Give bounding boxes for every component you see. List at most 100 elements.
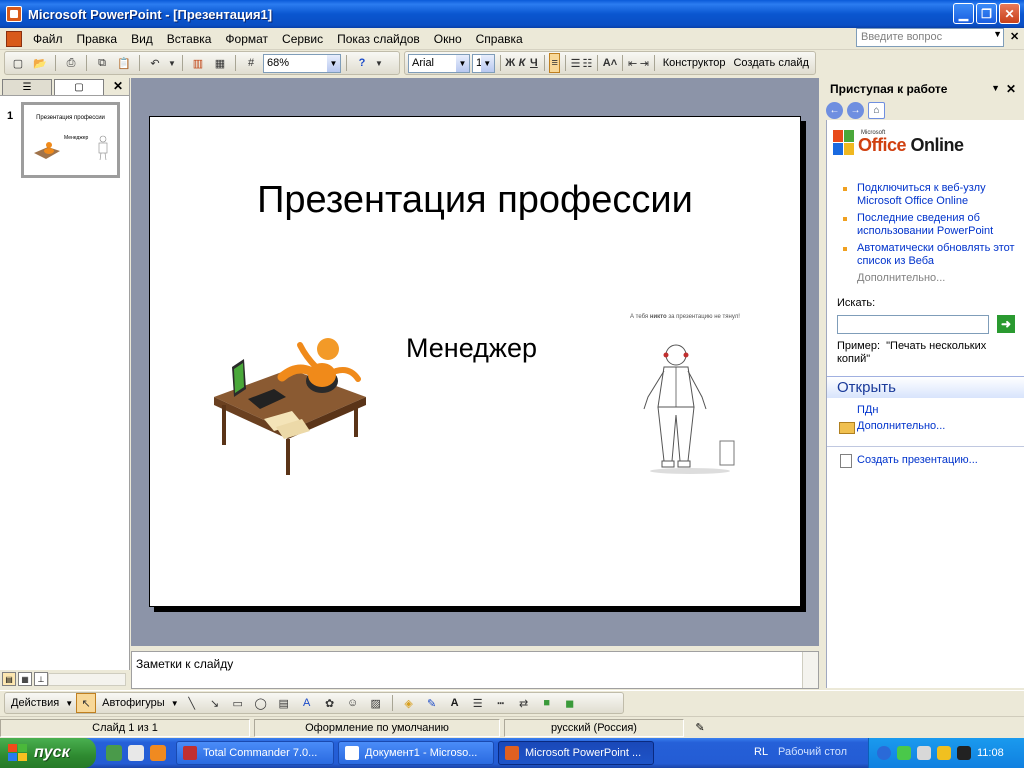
undo-dropdown-icon[interactable]: ▼: [167, 53, 177, 73]
clipart-icon[interactable]: ☺: [343, 693, 363, 713]
arrow-icon[interactable]: ↘: [205, 693, 225, 713]
notes-area[interactable]: Заметки к слайду: [131, 651, 819, 689]
arrow-style-icon[interactable]: ⇄: [514, 693, 534, 713]
help-icon[interactable]: ?: [352, 53, 372, 73]
close-icon[interactable]: ✕: [1006, 82, 1016, 96]
browser-icon[interactable]: [150, 745, 166, 761]
link-more[interactable]: Дополнительно...: [837, 272, 1017, 284]
dash-style-icon[interactable]: ┅: [491, 693, 511, 713]
normal-view-icon[interactable]: ▤: [2, 672, 16, 686]
insert-table-icon[interactable]: ▦: [210, 53, 230, 73]
menu-help[interactable]: Справка: [469, 32, 530, 46]
link-latest-news[interactable]: Последние сведения об использовании Powe…: [837, 212, 1017, 238]
designer-button[interactable]: Конструктор: [660, 57, 729, 69]
increase-font-icon[interactable]: A˄: [603, 53, 617, 73]
actions-menu[interactable]: Действия: [8, 697, 62, 709]
menu-view[interactable]: Вид: [124, 32, 160, 46]
print-icon[interactable]: ⎙: [61, 53, 81, 73]
menu-window[interactable]: Окно: [427, 32, 469, 46]
desktop-toolbar[interactable]: Рабочий стол: [778, 746, 847, 758]
font-select[interactable]: Arial ▼: [408, 53, 470, 73]
tray-arrow-icon[interactable]: [877, 746, 891, 760]
show-desktop-icon[interactable]: [106, 745, 122, 761]
zoom-select[interactable]: 68% ▼: [263, 53, 341, 73]
insert-chart-icon[interactable]: ▥: [188, 53, 208, 73]
chevron-down-icon[interactable]: ▼: [171, 699, 179, 708]
font-size-select[interactable]: 18▼: [471, 53, 495, 73]
document-icon[interactable]: [6, 30, 22, 47]
tab-outline[interactable]: ☰: [2, 79, 52, 95]
help-dropdown-icon[interactable]: ▼: [374, 53, 384, 73]
grid-icon[interactable]: #: [241, 53, 261, 73]
line-style-icon[interactable]: ☰: [468, 693, 488, 713]
line-icon[interactable]: ╲: [182, 693, 202, 713]
slideshow-view-icon[interactable]: ⊥: [34, 672, 48, 686]
minimize-button[interactable]: ▁: [953, 3, 974, 24]
slide-subtitle[interactable]: Менеджер: [406, 333, 537, 364]
underline-button[interactable]: Ч: [529, 53, 539, 73]
chevron-down-icon[interactable]: ▼: [480, 54, 494, 72]
new-slide-button[interactable]: Создать слайд: [730, 57, 811, 69]
copy-icon[interactable]: ⧉: [92, 53, 112, 73]
tray-network-icon[interactable]: [897, 746, 911, 760]
menu-insert[interactable]: Вставка: [160, 32, 219, 46]
forward-icon[interactable]: →: [847, 101, 864, 119]
document-close-icon[interactable]: ✕: [1010, 30, 1019, 43]
chevron-down-icon[interactable]: ▼: [455, 54, 469, 72]
tray-app-icon[interactable]: [937, 746, 951, 760]
font-color-icon[interactable]: A: [445, 693, 465, 713]
notes-scrollbar[interactable]: [802, 652, 818, 688]
italic-button[interactable]: К: [517, 53, 527, 73]
language-indicator[interactable]: RL: [754, 746, 768, 758]
wordart-icon[interactable]: A: [297, 693, 317, 713]
slide-title[interactable]: Презентация профессии: [150, 179, 800, 222]
back-icon[interactable]: ←: [826, 101, 843, 119]
increase-indent-icon[interactable]: ⇥: [639, 53, 649, 73]
align-left-icon[interactable]: ≡: [549, 53, 561, 73]
start-button[interactable]: пуск: [0, 738, 96, 768]
search-input[interactable]: [837, 315, 989, 334]
close-icon[interactable]: ✕: [113, 79, 123, 93]
numbered-list-icon[interactable]: ☰: [571, 53, 581, 73]
tab-slides[interactable]: ▢: [54, 79, 104, 95]
powerpoint-app-icon[interactable]: [6, 6, 22, 22]
slide-canvas[interactable]: Презентация профессии Менеджер А тебя ни…: [149, 116, 801, 607]
open-recent-file[interactable]: ПДн: [837, 404, 1017, 417]
menu-tools[interactable]: Сервис: [275, 32, 330, 46]
notepad-icon[interactable]: [128, 745, 144, 761]
menu-edit[interactable]: Правка: [70, 32, 125, 46]
clock[interactable]: 11:08: [977, 747, 1004, 759]
link-auto-update[interactable]: Автоматически обновлять этот список из В…: [837, 242, 1017, 268]
select-pointer-icon[interactable]: ↖: [76, 693, 97, 713]
home-icon[interactable]: ⌂: [868, 101, 885, 119]
create-presentation-link[interactable]: Создать презентацию...: [837, 454, 1017, 468]
new-document-icon[interactable]: ▢: [8, 53, 28, 73]
slide-sorter-icon[interactable]: ▦: [18, 672, 32, 686]
menu-file[interactable]: Файл: [26, 32, 70, 46]
chevron-down-icon[interactable]: ▼: [991, 83, 1000, 93]
search-go-icon[interactable]: ➜: [997, 315, 1015, 333]
textbox-icon[interactable]: ▤: [274, 693, 294, 713]
taskbar-total-commander[interactable]: Total Commander 7.0...: [176, 741, 334, 765]
autoshapes-menu[interactable]: Автофигуры: [99, 697, 168, 709]
tray-antivirus-icon[interactable]: [957, 746, 971, 760]
decrease-indent-icon[interactable]: ⇤: [628, 53, 638, 73]
tray-volume-icon[interactable]: [917, 746, 931, 760]
paste-icon[interactable]: 📋: [114, 53, 134, 73]
taskbar-powerpoint[interactable]: Microsoft PowerPoint ...: [498, 741, 654, 765]
figure-at-desk-image[interactable]: [210, 327, 370, 477]
spellcheck-icon[interactable]: ✎: [688, 719, 712, 737]
chevron-down-icon[interactable]: ▼: [65, 699, 73, 708]
fill-color-icon[interactable]: ◈: [399, 693, 419, 713]
ask-question-input[interactable]: Введите вопрос ▼: [856, 28, 1004, 47]
shadow-icon[interactable]: ■: [537, 693, 557, 713]
chevron-down-icon[interactable]: ▼: [327, 54, 340, 72]
close-button[interactable]: ✕: [999, 3, 1020, 24]
menu-format[interactable]: Формат: [218, 32, 275, 46]
open-icon[interactable]: 📂: [30, 53, 50, 73]
horizontal-scrollbar[interactable]: [48, 673, 126, 686]
man-empty-pockets-image[interactable]: [630, 337, 750, 487]
open-more-files[interactable]: Дополнительно...: [837, 420, 1017, 434]
taskbar-word-document[interactable]: Документ1 - Microso...: [338, 741, 494, 765]
bulleted-list-icon[interactable]: ☷: [582, 53, 592, 73]
